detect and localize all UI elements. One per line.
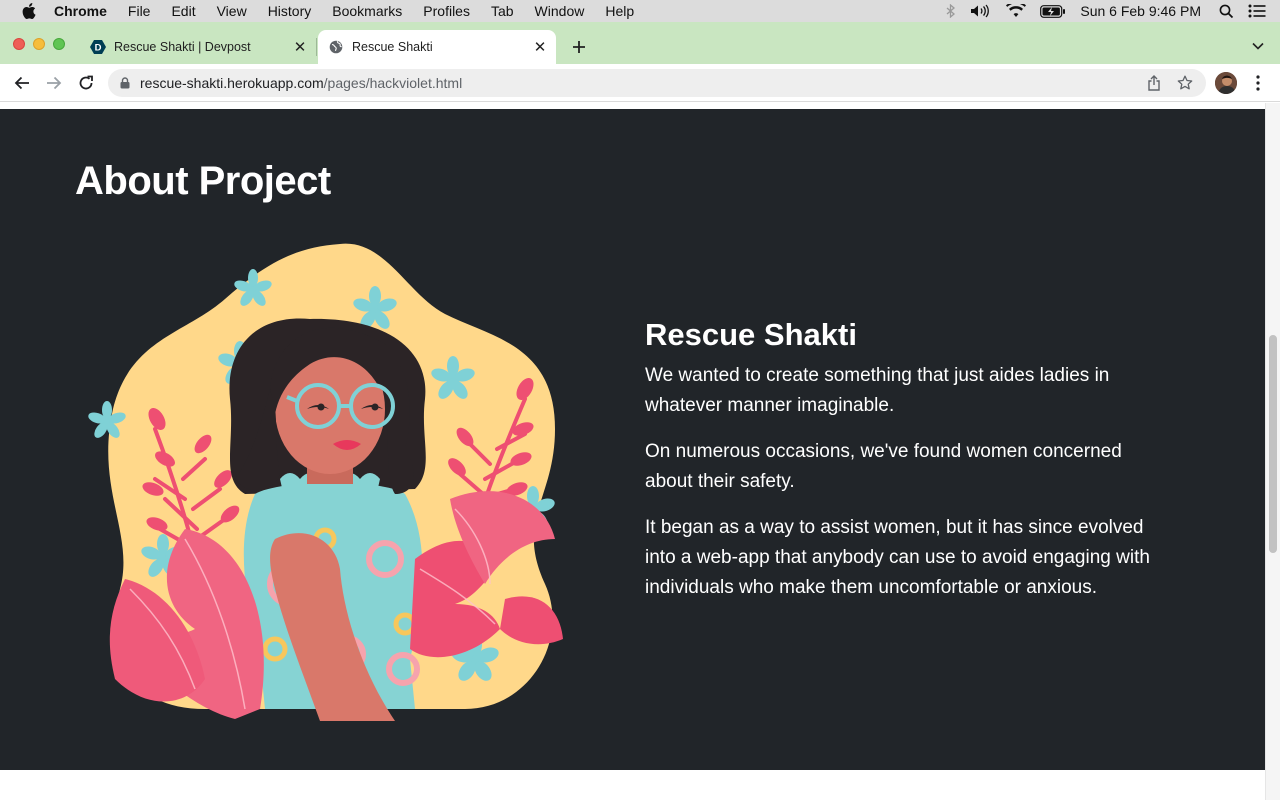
forward-arrow-icon[interactable]	[44, 73, 64, 93]
status-area: Sun 6 Feb 9:46 PM	[946, 0, 1280, 22]
devpost-icon-letter: D	[95, 43, 102, 54]
bluetooth-icon[interactable]	[946, 4, 956, 18]
menu-history[interactable]: History	[268, 0, 312, 22]
volume-icon[interactable]	[970, 4, 992, 18]
page-viewport: About Project Rescue Shakti We wanted to…	[0, 103, 1280, 800]
tab-close-icon[interactable]: ✕	[532, 39, 548, 56]
scrollbar-thumb[interactable]	[1269, 335, 1277, 553]
bookmark-star-icon[interactable]	[1176, 74, 1194, 92]
browser-menu-kebab-icon[interactable]	[1250, 73, 1266, 93]
macos-menu-bar: Chrome File Edit View History Bookmarks …	[0, 0, 1280, 22]
apple-logo-icon[interactable]	[19, 0, 39, 22]
profile-avatar[interactable]	[1215, 72, 1237, 94]
about-project-section: About Project Rescue Shakti We wanted to…	[0, 109, 1265, 770]
tab-rescue-shakti[interactable]: Rescue Shakti ✕	[318, 30, 556, 64]
globe-icon	[328, 39, 344, 55]
menu-window[interactable]: Window	[535, 0, 585, 22]
project-description-paragraph: It began as a way to assist women, but i…	[645, 517, 1150, 598]
tab-devpost[interactable]: D Rescue Shakti | Devpost ✕	[80, 30, 316, 64]
back-arrow-icon[interactable]	[12, 73, 32, 93]
wifi-icon[interactable]	[1006, 4, 1027, 18]
menu-edit[interactable]: Edit	[171, 0, 195, 22]
project-title: Rescue Shakti	[645, 317, 857, 352]
url-host: rescue-shakti.herokuapp.com	[140, 75, 324, 91]
devpost-icon: D	[90, 39, 106, 55]
battery-icon[interactable]	[1040, 4, 1066, 18]
browser-tab-strip: D Rescue Shakti | Devpost ✕ Rescue Shakt…	[0, 22, 1280, 64]
menu-tab[interactable]: Tab	[491, 0, 514, 22]
menu-help[interactable]: Help	[605, 0, 634, 22]
tab-separator	[316, 38, 317, 56]
menu-bookmarks[interactable]: Bookmarks	[332, 0, 402, 22]
control-center-icon[interactable]	[1248, 4, 1266, 18]
url-path: /pages/hackviolet.html	[323, 75, 463, 91]
share-icon[interactable]	[1146, 75, 1162, 91]
reload-icon[interactable]	[76, 73, 96, 93]
menubar-clock[interactable]: Sun 6 Feb 9:46 PM	[1080, 3, 1201, 19]
lock-icon[interactable]	[120, 77, 130, 89]
spotlight-search-icon[interactable]	[1219, 4, 1234, 19]
browser-toolbar: rescue-shakti.herokuapp.com/pages/hackvi…	[0, 64, 1280, 102]
menu-file[interactable]: File	[128, 0, 151, 22]
project-description-paragraph: On numerous occasions, we've found women…	[645, 441, 1122, 492]
page-scrollbar[interactable]	[1265, 103, 1280, 800]
url-text[interactable]: rescue-shakti.herokuapp.com/pages/hackvi…	[140, 75, 462, 91]
woman-illustration	[85, 239, 565, 721]
tab-title: Rescue Shakti | Devpost	[114, 40, 251, 54]
window-minimize-button[interactable]	[33, 38, 45, 50]
window-zoom-button[interactable]	[53, 38, 65, 50]
page-title: About Project	[75, 159, 331, 203]
window-close-button[interactable]	[13, 38, 25, 50]
address-bar[interactable]: rescue-shakti.herokuapp.com/pages/hackvi…	[108, 69, 1206, 97]
tab-search-chevron-down-icon[interactable]	[1250, 38, 1266, 54]
project-description-paragraph: We wanted to create something that just …	[645, 365, 1110, 416]
menu-view[interactable]: View	[217, 0, 247, 22]
tab-title: Rescue Shakti	[352, 40, 433, 54]
menu-profiles[interactable]: Profiles	[423, 0, 470, 22]
menu-app-name[interactable]: Chrome	[54, 0, 107, 22]
new-tab-plus-icon[interactable]	[568, 36, 590, 58]
tab-close-icon[interactable]: ✕	[292, 39, 308, 56]
